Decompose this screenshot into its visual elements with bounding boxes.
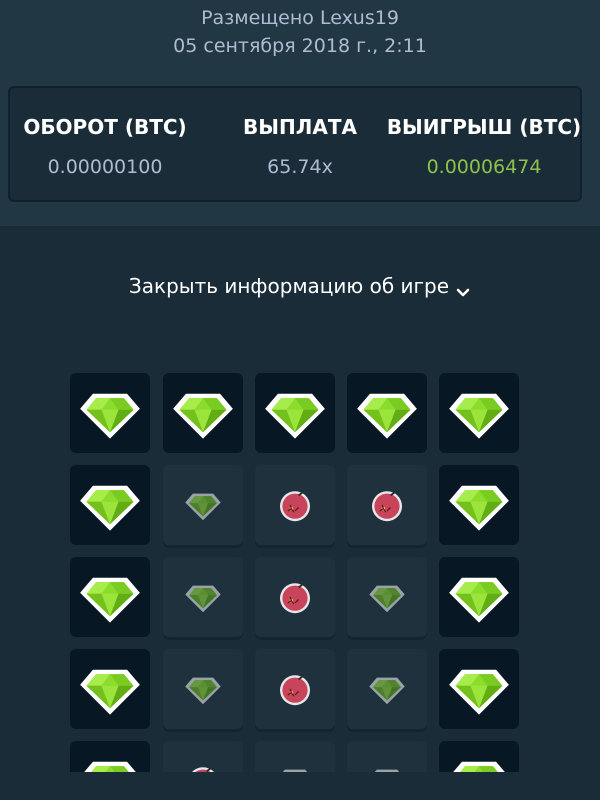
tile-gem-revealed — [439, 649, 519, 729]
gem-icon — [447, 565, 511, 629]
tile-gem-unrevealed — [255, 741, 335, 772]
gem-icon — [184, 578, 222, 616]
tile-gem-revealed — [70, 373, 150, 453]
gem-icon — [276, 762, 314, 772]
gem-icon — [355, 381, 419, 445]
tile-gem-revealed — [70, 741, 150, 772]
payout-label: ВЫПЛАТА — [243, 115, 357, 139]
close-game-info-button[interactable]: Закрыть информацию об игре — [0, 272, 600, 300]
mine-icon — [185, 763, 221, 772]
close-game-info-label: Закрыть информацию об игре — [128, 274, 450, 298]
tile-gem-revealed — [255, 373, 335, 453]
gem-icon — [184, 670, 222, 708]
tile-mine-unrevealed — [347, 465, 427, 545]
gem-icon — [447, 749, 511, 772]
win-label: ВЫИГРЫШ (BTC) — [386, 115, 582, 139]
gem-icon — [263, 381, 327, 445]
bet-stats-panel: ОБОРОТ (BTC) 0.00000100 ВЫПЛАТА 65.74x В… — [8, 86, 582, 202]
gem-icon — [368, 670, 406, 708]
placed-by-text: Размещено Lexus19 — [201, 7, 399, 29]
placed-date-text: 05 сентября 2018 г., 2:11 — [173, 35, 427, 57]
tile-gem-unrevealed — [347, 557, 427, 637]
mine-icon — [277, 487, 313, 523]
tile-gem-unrevealed — [347, 649, 427, 729]
tile-gem-revealed — [70, 557, 150, 637]
tile-mine-unrevealed — [163, 741, 243, 772]
payout-value: 65.74x — [267, 156, 333, 178]
tile-gem-revealed — [439, 373, 519, 453]
gem-icon — [447, 657, 511, 721]
tile-gem-revealed — [163, 373, 243, 453]
chevron-down-icon — [455, 280, 471, 296]
tile-gem-revealed — [347, 373, 427, 453]
mine-icon — [277, 579, 313, 615]
gem-icon — [184, 486, 222, 524]
mines-board — [0, 360, 600, 772]
game-info-header: Размещено Lexus19 05 сентября 2018 г., 2… — [0, 0, 600, 226]
mine-icon — [277, 671, 313, 707]
tile-gem-unrevealed — [163, 465, 243, 545]
tile-gem-revealed — [439, 741, 519, 772]
gem-icon — [78, 381, 142, 445]
tile-gem-revealed — [439, 465, 519, 545]
gem-icon — [447, 381, 511, 445]
tile-gem-revealed — [70, 465, 150, 545]
tile-gem-unrevealed — [163, 557, 243, 637]
tile-gem-revealed — [70, 649, 150, 729]
tile-mine-unrevealed — [255, 557, 335, 637]
gem-icon — [78, 657, 142, 721]
gem-icon — [368, 578, 406, 616]
gem-icon — [368, 762, 406, 772]
tile-mine-unrevealed — [255, 649, 335, 729]
tile-gem-unrevealed — [347, 741, 427, 772]
tile-gem-revealed — [439, 557, 519, 637]
win-value: 0.00006474 — [426, 156, 542, 178]
gem-icon — [171, 381, 235, 445]
tile-gem-unrevealed — [163, 649, 243, 729]
gem-icon — [78, 749, 142, 772]
mine-icon — [369, 487, 405, 523]
turnover-label: ОБОРОТ (BTC) — [23, 115, 187, 139]
gem-icon — [447, 473, 511, 537]
turnover-value: 0.00000100 — [47, 156, 163, 178]
gem-icon — [78, 565, 142, 629]
tile-mine-unrevealed — [255, 465, 335, 545]
gem-icon — [78, 473, 142, 537]
